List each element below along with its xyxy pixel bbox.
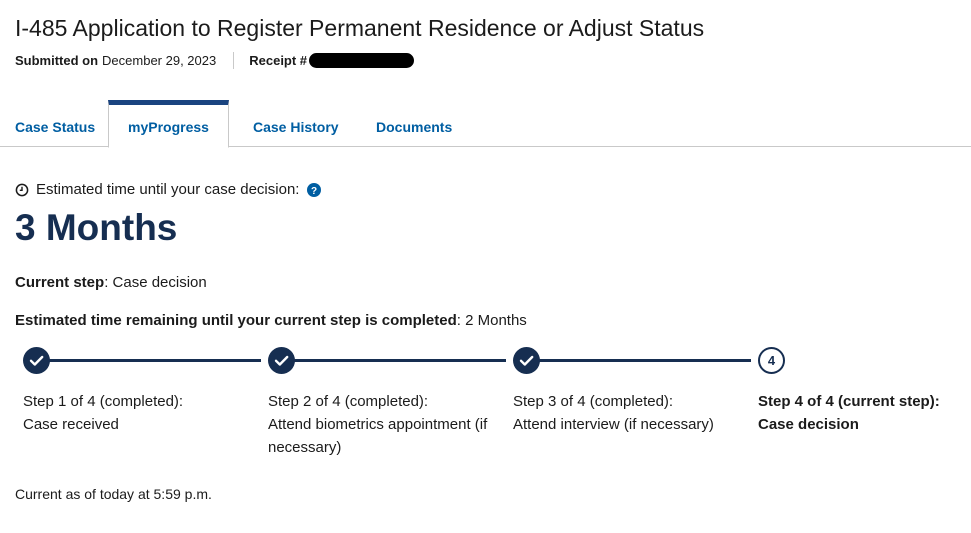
check-icon — [29, 355, 44, 366]
svg-text:?: ? — [311, 186, 317, 197]
step-1-indicator — [23, 347, 50, 374]
step-2-text: Step 2 of 4 (completed): Attend biometri… — [268, 390, 503, 459]
step-4-name: Case decision — [758, 416, 859, 433]
step-1-text: Step 1 of 4 (completed): Case received — [23, 390, 258, 436]
last-updated: Current as of today at 5:59 p.m. — [15, 486, 212, 502]
tab-case-history[interactable]: Case History — [253, 100, 339, 147]
step-2-indicator — [268, 347, 295, 374]
step-1-name: Case received — [23, 416, 119, 433]
clock-icon — [15, 183, 29, 196]
step-1-status: Step 1 of 4 (completed): — [23, 393, 184, 410]
progress-connector — [49, 359, 261, 362]
progress-connector — [294, 359, 506, 362]
estimate-row: Estimated time until your case decision:… — [15, 181, 322, 198]
step-3-indicator — [513, 347, 540, 374]
submitted-label: Submitted on — [15, 53, 99, 68]
step-2-name: Attend biometrics appointment (if necess… — [268, 416, 488, 456]
help-circle-icon[interactable]: ? — [307, 182, 322, 197]
tab-bar: Case Status myProgress Case History Docu… — [0, 100, 971, 148]
tab-case-status[interactable]: Case Status — [15, 100, 95, 147]
current-step: Current step: Case decision — [15, 274, 207, 291]
step-3-name: Attend interview (if necessary) — [513, 416, 714, 433]
current-step-value: : Case decision — [104, 274, 207, 291]
receipt-number-redacted — [309, 53, 415, 68]
submitted-date: December 29, 2023 — [102, 53, 217, 68]
remaining-value: : 2 Months — [456, 312, 527, 329]
remaining-time: Estimated time remaining until your curr… — [15, 312, 527, 329]
step-3-status: Step 3 of 4 (completed): — [513, 393, 674, 410]
step-4-text: Step 4 of 4 (current step): Case decisio… — [758, 390, 963, 436]
remaining-label: Estimated time remaining until your curr… — [15, 312, 457, 329]
estimate-label: Estimated time until your case decision: — [36, 181, 300, 198]
step-3-text: Step 3 of 4 (completed): Attend intervie… — [513, 390, 748, 436]
progress-tracker: 4 — [0, 346, 971, 376]
check-icon — [274, 355, 289, 366]
estimate-value: 3 Months — [15, 207, 178, 248]
tab-documents[interactable]: Documents — [376, 100, 452, 147]
step-2-status: Step 2 of 4 (completed): — [268, 393, 429, 410]
tab-myprogress[interactable]: myProgress — [108, 100, 229, 148]
page-title: I-485 Application to Register Permanent … — [15, 15, 705, 41]
case-meta: Submitted on December 29, 2023 Receipt # — [15, 52, 415, 69]
receipt-label: Receipt # — [249, 53, 308, 68]
check-icon — [519, 355, 534, 366]
progress-connector — [539, 359, 751, 362]
step-4-indicator: 4 — [758, 347, 785, 374]
step-4-status: Step 4 of 4 (current step): — [758, 393, 940, 410]
meta-divider — [233, 52, 235, 69]
current-step-label: Current step — [15, 274, 105, 291]
